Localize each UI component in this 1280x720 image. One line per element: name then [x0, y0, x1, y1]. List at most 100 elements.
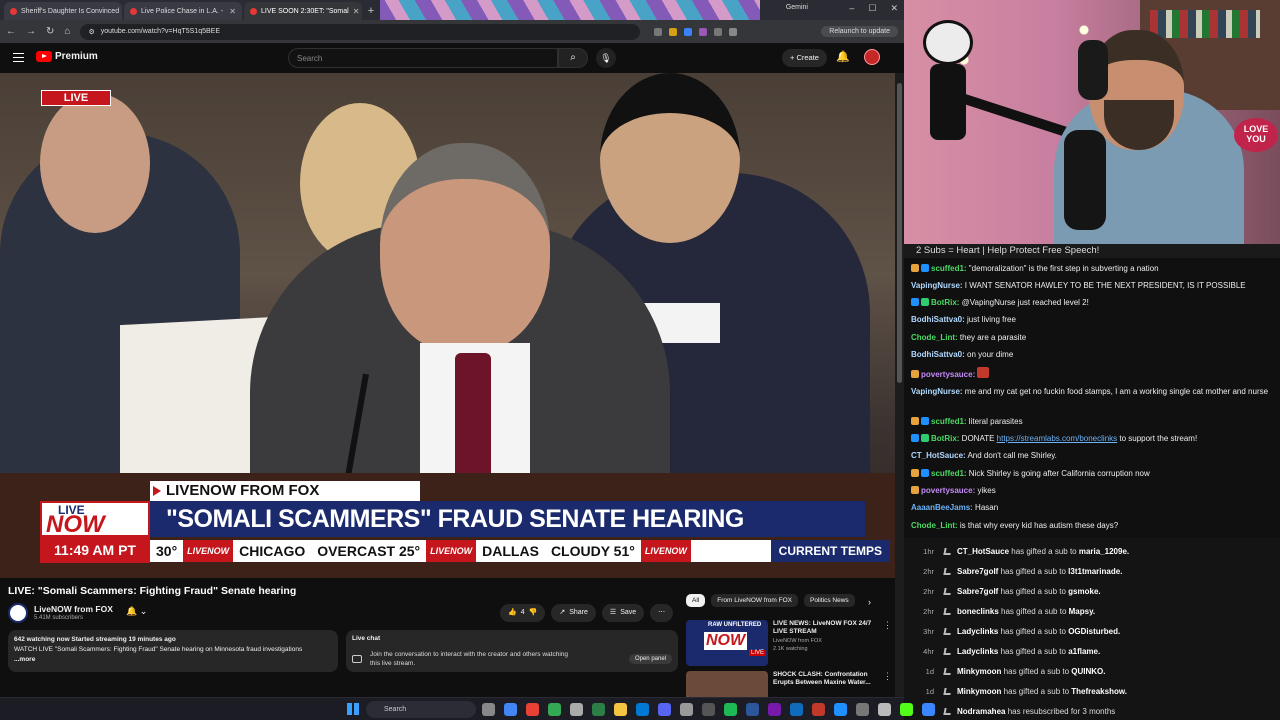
chat-message: scuffed1: Nick Shirley is going after Ca…	[911, 469, 1276, 479]
app-icon[interactable]	[812, 703, 825, 716]
person-right-head	[600, 73, 740, 243]
extension-icon[interactable]	[699, 27, 708, 36]
chat-message: BotRix: @VapingNurse just reached level …	[911, 298, 1276, 308]
recommendation-chips: All From LiveNOW from FOX Politics News	[686, 594, 855, 607]
app-icon[interactable]	[922, 703, 935, 716]
user-badge-icon	[911, 370, 919, 378]
description-more[interactable]: ...more	[14, 655, 332, 665]
tab-label: LIVE SOON 2:30ET: "Somal	[261, 7, 349, 15]
video-player[interactable]: LIVE LIVENOW FROM FOX "SOMALI SCAMMERS" …	[0, 73, 895, 578]
url-field[interactable]: ⚙ youtube.com/watch?v=HqT5S1q5BEE	[80, 23, 641, 40]
avatar[interactable]	[864, 49, 880, 65]
menu-icon[interactable]	[13, 53, 24, 62]
windows-start-icon[interactable]	[347, 703, 359, 715]
close-window-icon[interactable]: ✕	[890, 3, 898, 14]
app-icon[interactable]	[834, 703, 847, 716]
search-input[interactable]: Search	[288, 48, 558, 68]
open-panel-button[interactable]: Open panel	[628, 654, 672, 664]
page-scrollbar[interactable]	[895, 73, 904, 697]
thumbnail-top-text: RAW UNFILTERED	[708, 622, 762, 628]
recommendation-meta: 2.1K watching	[773, 646, 808, 652]
discord-icon[interactable]	[658, 703, 671, 716]
extension-icon[interactable]	[654, 27, 663, 36]
doll-figure	[918, 20, 978, 140]
new-tab-button[interactable]: +	[364, 4, 378, 18]
app-icon[interactable]	[592, 703, 605, 716]
microphone-icon[interactable]: 🎙	[596, 48, 616, 68]
search-icon[interactable]: ⌕	[558, 48, 588, 68]
chevron-right-icon[interactable]: ›	[868, 597, 871, 607]
ticker-city: CHICAGO	[239, 543, 306, 559]
app-icon[interactable]	[746, 703, 759, 716]
logo-now-text: NOW	[46, 511, 105, 538]
extension-icon[interactable]	[729, 27, 738, 36]
gift-row: 4hr Ladyclinks has gifted a sub to a1flam…	[923, 647, 1101, 656]
share-button[interactable]: ↗ Share	[551, 604, 596, 622]
minimize-icon[interactable]: –	[849, 3, 854, 14]
spotify-icon[interactable]	[724, 703, 737, 716]
recommendation-item[interactable]: SHOCK CLASH: Confrontation Erupts Betwee…	[686, 671, 896, 697]
recommendation-item[interactable]: RAW UNFILTERED NOW LIVE LIVE NEWS: LiveN…	[686, 620, 896, 666]
youtube-logo[interactable]: Premium	[36, 51, 98, 62]
file-explorer-icon[interactable]	[614, 703, 627, 716]
app-icon[interactable]	[636, 703, 649, 716]
livenow-logo: LIVE NOW	[40, 501, 150, 538]
like-button[interactable]: 👍 4 👎	[500, 604, 546, 622]
app-icon[interactable]	[570, 703, 583, 716]
thumbs-down-icon[interactable]: 👎	[529, 604, 538, 622]
recommendation-thumbnail	[686, 671, 768, 697]
description-box[interactable]: 642 watching now Started streaming 19 mi…	[8, 630, 338, 672]
browser-tab-1[interactable]: Sheriff's Daughter Is Convinced✕	[4, 2, 122, 20]
url-text: youtube.com/watch?v=HqT5S1q5BEE	[100, 28, 220, 35]
notifications-icon[interactable]: 🔔	[836, 50, 850, 63]
save-label: Save	[620, 609, 637, 616]
forward-icon[interactable]: →	[26, 26, 36, 37]
kick-icon	[943, 688, 952, 695]
kick-icon	[943, 608, 952, 615]
home-icon[interactable]: ⌂	[64, 26, 70, 37]
browser-tab-2[interactable]: Live Police Chase in L.A. - ✕	[124, 2, 242, 20]
chat-message: VapingNurse: me and my cat get no fuckin…	[911, 387, 1269, 396]
more-actions-icon[interactable]: ⋯	[650, 604, 674, 622]
app-icon[interactable]	[504, 703, 517, 716]
more-options-icon[interactable]: ⋮	[883, 620, 892, 631]
extension-icon[interactable]	[684, 27, 693, 36]
channel-avatar[interactable]	[8, 603, 28, 623]
chip-politics-news[interactable]: Politics News	[804, 594, 855, 607]
extension-icon[interactable]	[669, 27, 678, 36]
onenote-icon[interactable]	[768, 703, 781, 716]
maximize-icon[interactable]: ☐	[868, 3, 876, 14]
channel-name[interactable]: LiveNOW from FOX	[34, 604, 113, 614]
thumbs-up-icon: 👍	[508, 609, 517, 616]
chat-message: povertysauce:	[911, 367, 1276, 380]
app-icon[interactable]	[790, 703, 803, 716]
subscribe-bell-icon[interactable]: 🔔 ⌄	[126, 606, 147, 617]
chip-all[interactable]: All	[686, 594, 706, 607]
taskbar-search[interactable]: Search	[366, 701, 476, 718]
browser-tab-3[interactable]: LIVE SOON 2:30ET: "Somal ✕	[244, 2, 362, 20]
close-tab-icon[interactable]: ✕	[353, 7, 360, 16]
recommendation-title: LIVE NEWS: LiveNOW FOX 24/7 LIVE STREAM	[773, 620, 872, 635]
chip-from-channel[interactable]: From LiveNOW from FOX	[711, 594, 798, 607]
task-view-icon[interactable]	[482, 703, 495, 716]
app-icon[interactable]	[900, 703, 913, 716]
app-icon[interactable]	[702, 703, 715, 716]
reload-icon[interactable]: ↻	[46, 26, 54, 37]
chrome-icon[interactable]	[526, 703, 539, 716]
relaunch-button[interactable]: Relaunch to update	[821, 26, 898, 37]
create-button[interactable]: + Create	[782, 49, 827, 67]
scrollbar-thumb[interactable]	[897, 83, 902, 383]
back-icon[interactable]: ←	[6, 26, 16, 37]
donation-link[interactable]: https://streamlabs.com/boneclinks	[997, 434, 1118, 443]
extension-icon[interactable]	[714, 27, 723, 36]
app-icon[interactable]	[856, 703, 869, 716]
app-icon[interactable]	[680, 703, 693, 716]
app-icon[interactable]	[878, 703, 891, 716]
time-bar: 11:49 AM PT	[40, 537, 150, 563]
save-button[interactable]: ☰ Save	[601, 604, 645, 622]
chrome-icon[interactable]	[548, 703, 561, 716]
site-info-icon[interactable]: ⚙	[88, 28, 94, 36]
more-options-icon[interactable]: ⋮	[883, 671, 892, 682]
close-tab-icon[interactable]: ✕	[229, 7, 236, 16]
gemini-button[interactable]: Gemini	[786, 4, 808, 11]
